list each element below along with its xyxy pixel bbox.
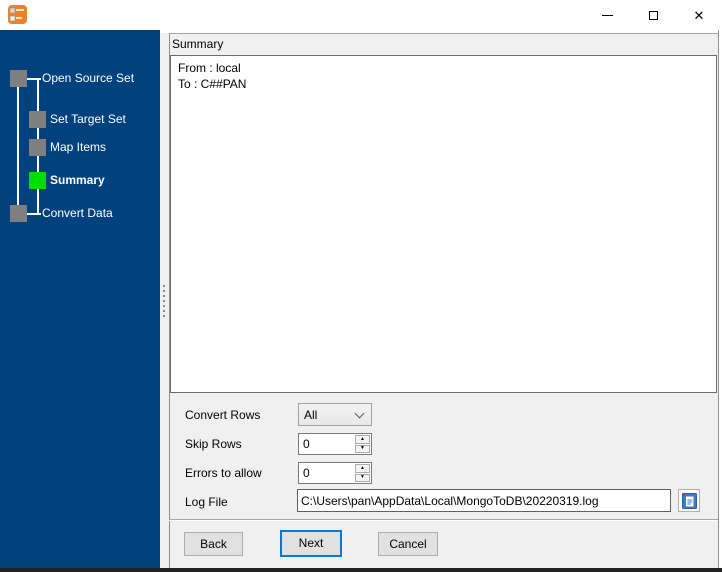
skip-rows-label: Skip Rows [185, 437, 242, 451]
step-box-map-items [29, 139, 46, 156]
panel-caption: Summary [172, 37, 224, 51]
minimize-button[interactable] [584, 0, 630, 30]
splitter-grip[interactable] [163, 285, 165, 317]
skip-rows-down-button[interactable]: ▼ [355, 444, 370, 453]
triangle-up-icon: ▲ [360, 435, 365, 442]
maximize-button[interactable] [630, 0, 676, 30]
step-label-convert-data: Convert Data [42, 206, 113, 220]
wizard-window: ✕ Open Source Set Set Target Set Map Ite… [0, 0, 722, 572]
minimize-icon [601, 14, 613, 16]
summary-textbox[interactable]: From : local To : C##PAN [170, 55, 717, 393]
errors-up-button[interactable]: ▲ [355, 464, 370, 473]
skip-rows-stepper: ▲ ▼ [298, 433, 372, 455]
triangle-down-icon: ▼ [360, 445, 365, 452]
step-connector-line [17, 78, 19, 215]
cancel-button[interactable]: Cancel [378, 532, 438, 556]
errors-to-allow-stepper: ▲ ▼ [298, 462, 372, 484]
browse-log-file-button[interactable] [678, 489, 700, 512]
close-icon: ✕ [693, 7, 705, 23]
wizard-steps-sidebar: Open Source Set Set Target Set Map Items… [0, 30, 160, 568]
close-button[interactable]: ✕ [676, 0, 722, 30]
log-file-input[interactable] [297, 489, 671, 512]
document-icon [681, 492, 697, 509]
triangle-down-icon: ▼ [360, 474, 365, 481]
window-frame-bottom [0, 568, 722, 572]
errors-to-allow-input[interactable] [299, 463, 354, 483]
app-icon-detail [10, 16, 15, 21]
app-icon-detail [16, 9, 24, 11]
step-label-map-items: Map Items [50, 140, 107, 154]
step-label-set-target-set: Set Target Set [50, 112, 126, 126]
triangle-up-icon: ▲ [360, 464, 365, 471]
app-icon-detail [10, 8, 15, 13]
splitter[interactable] [160, 33, 169, 568]
step-box-set-target-set [29, 111, 46, 128]
step-box-convert-data [10, 205, 27, 222]
summary-to-line: To : C##PAN [178, 77, 247, 91]
separator-line [169, 519, 718, 521]
chevron-down-icon [354, 408, 365, 418]
step-label-summary: Summary [50, 173, 105, 187]
app-icon [8, 5, 27, 24]
convert-rows-select[interactable]: All [298, 403, 372, 426]
summary-from-line: From : local [178, 61, 241, 75]
maximize-icon [648, 10, 658, 20]
log-file-label: Log File [185, 495, 228, 509]
step-box-summary [29, 172, 46, 189]
convert-rows-label: Convert Rows [185, 408, 261, 422]
next-button[interactable]: Next [280, 530, 342, 557]
window-frame-edge [718, 30, 722, 568]
skip-rows-up-button[interactable]: ▲ [355, 435, 370, 444]
titlebar: ✕ [0, 0, 722, 30]
back-button[interactable]: Back [184, 532, 243, 556]
skip-rows-input[interactable] [299, 434, 354, 454]
errors-to-allow-label: Errors to allow [185, 466, 262, 480]
errors-down-button[interactable]: ▼ [355, 473, 370, 482]
step-box-open-source-set [10, 70, 27, 87]
step-label-open-source-set: Open Source Set [42, 71, 135, 85]
app-icon-detail [16, 17, 22, 19]
convert-rows-value: All [304, 407, 318, 422]
